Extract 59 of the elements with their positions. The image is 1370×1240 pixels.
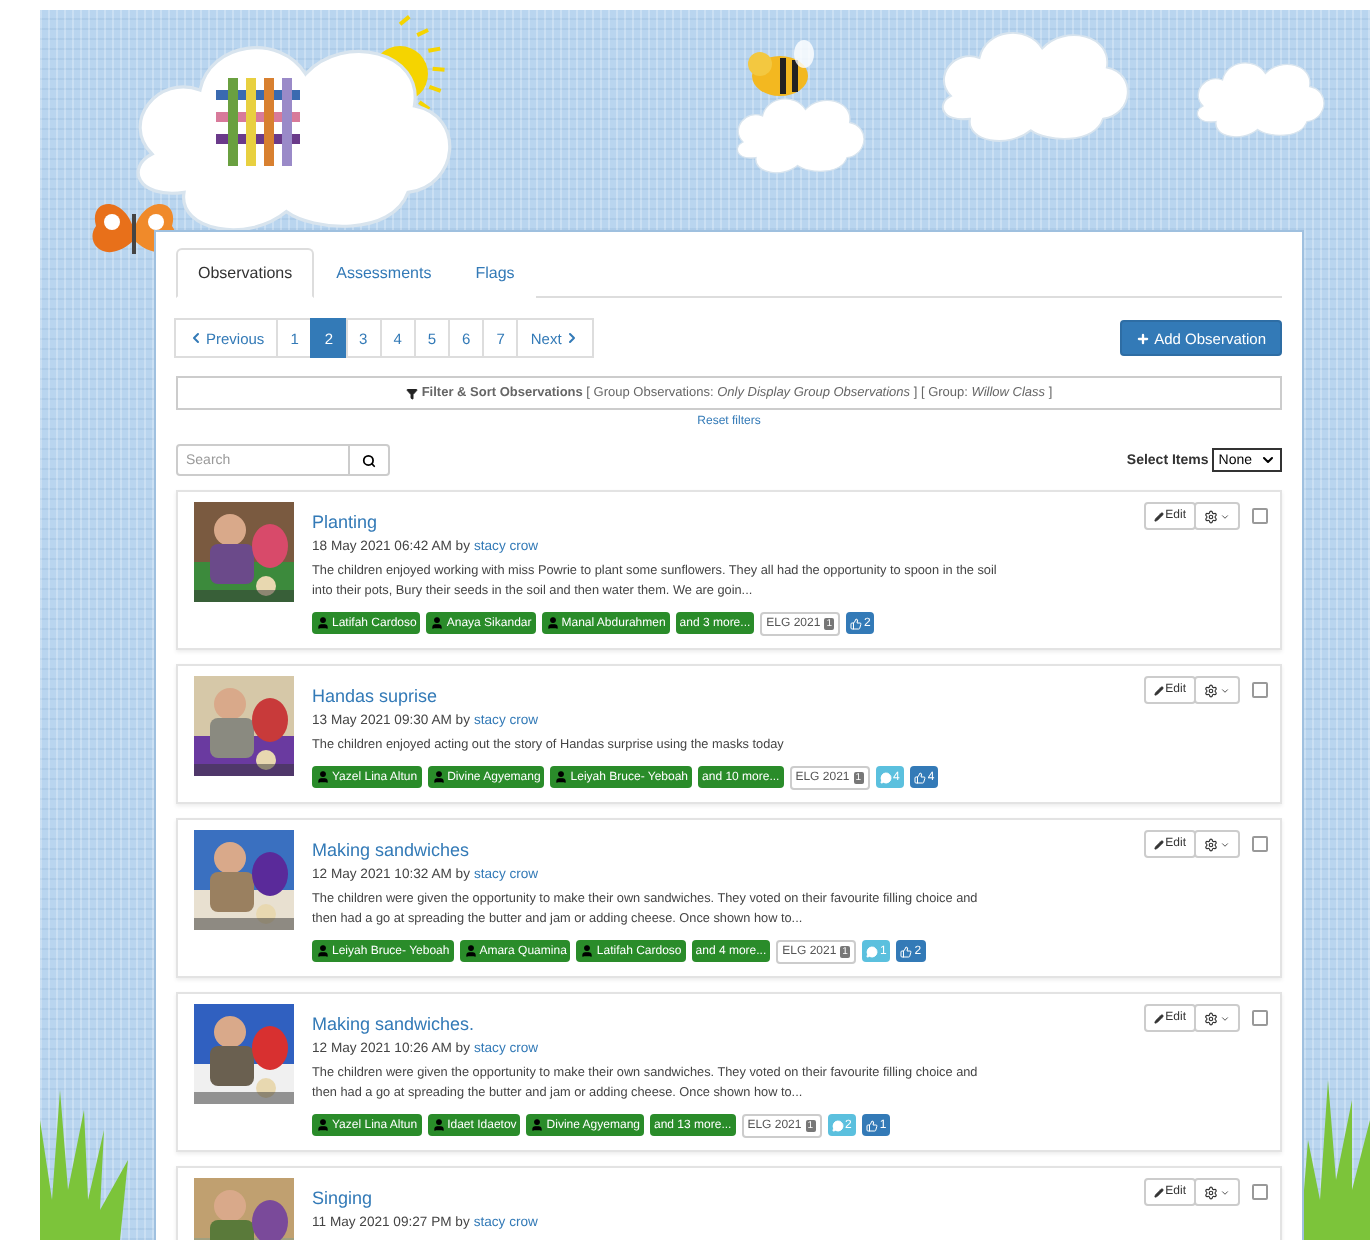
pencil-icon <box>1153 1187 1164 1197</box>
comment-icon <box>831 1119 844 1131</box>
settings-dropdown-button[interactable] <box>1194 1004 1240 1032</box>
person-icon <box>431 1118 446 1132</box>
comment-icon <box>879 771 892 783</box>
gear-icon <box>1204 509 1218 523</box>
pencil-icon <box>1153 1013 1164 1023</box>
person-icon <box>554 770 569 784</box>
caret-icon <box>1220 511 1230 521</box>
search-button[interactable] <box>350 444 390 476</box>
caret-icon <box>1220 1013 1230 1023</box>
settings-dropdown-button[interactable] <box>1194 1178 1240 1206</box>
person-icon <box>431 770 446 784</box>
person-icon <box>580 944 595 958</box>
pencil-icon <box>1153 839 1164 849</box>
person-icon <box>545 616 560 630</box>
thumbs-up-icon <box>849 617 862 629</box>
person-icon <box>316 770 330 784</box>
bee-cloud-drawing <box>736 40 865 174</box>
settings-dropdown-button[interactable] <box>1194 502 1240 530</box>
plus-icon <box>1136 331 1151 345</box>
gear-icon <box>1204 837 1218 851</box>
person-icon <box>463 944 478 958</box>
filter-icon <box>405 387 418 399</box>
select-checkbox[interactable] <box>1252 836 1268 852</box>
observation-title[interactable]: Handas suprise <box>312 686 438 706</box>
person-icon <box>316 616 330 630</box>
select-checkbox[interactable] <box>1252 682 1268 698</box>
select-checkbox[interactable] <box>1252 1184 1268 1200</box>
tab[interactable]: Observations <box>176 248 315 298</box>
chevron-left-icon <box>188 330 204 346</box>
observation-title[interactable]: Making sandwiches <box>312 840 470 860</box>
pencil-icon <box>1153 511 1164 521</box>
observation-title[interactable]: Making sandwiches. <box>312 1014 475 1034</box>
gear-icon <box>1204 1011 1218 1025</box>
chevron-right-icon <box>563 330 580 346</box>
pencil-icon <box>1153 685 1164 695</box>
gear-icon <box>1204 683 1218 697</box>
cloud-drawing <box>1196 62 1325 138</box>
caret-icon <box>1220 685 1230 695</box>
observation-title[interactable]: Planting <box>312 512 378 532</box>
caret-icon <box>1220 1187 1230 1197</box>
thumbs-up-icon <box>913 771 926 783</box>
thumbs-up-icon <box>900 945 913 957</box>
chevron-down-icon <box>1260 452 1276 468</box>
caret-icon <box>1220 839 1230 849</box>
person-icon <box>530 1118 545 1132</box>
comment-icon <box>865 945 878 957</box>
settings-dropdown-button[interactable] <box>1194 830 1240 858</box>
observation-title[interactable]: Singing <box>312 1188 373 1208</box>
person-icon <box>316 1118 330 1132</box>
person-icon <box>430 616 445 630</box>
gear-icon <box>1204 1185 1218 1199</box>
person-icon <box>316 944 330 958</box>
select-checkbox[interactable] <box>1252 1010 1268 1026</box>
select-checkbox[interactable] <box>1252 508 1268 524</box>
thumbs-up-icon <box>865 1119 878 1131</box>
search-icon <box>362 453 376 467</box>
settings-dropdown-button[interactable] <box>1194 676 1240 704</box>
